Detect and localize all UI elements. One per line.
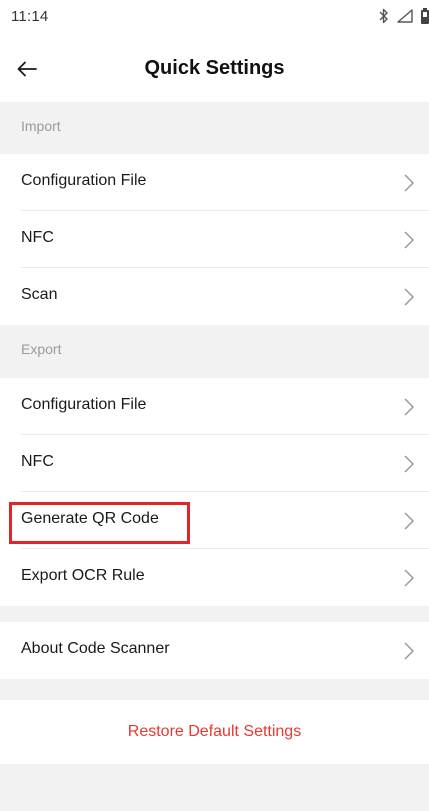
list-item-label: About Code Scanner bbox=[21, 640, 170, 657]
highlight-box bbox=[9, 502, 190, 544]
section-title: Import bbox=[21, 118, 61, 134]
section-header-import: Import bbox=[0, 102, 429, 154]
restore-default-settings-button[interactable]: Restore Default Settings bbox=[0, 700, 429, 764]
status-time: 11:14 bbox=[11, 8, 49, 25]
export-configuration-file-item[interactable]: Configuration File bbox=[0, 378, 429, 435]
bluetooth-icon bbox=[379, 8, 389, 29]
status-bar: 11:14 bbox=[0, 0, 429, 36]
import-nfc-item[interactable]: NFC bbox=[0, 211, 429, 268]
list-item-label: Export OCR Rule bbox=[21, 567, 145, 584]
chevron-right-icon bbox=[404, 398, 415, 416]
import-scan-item[interactable]: Scan bbox=[0, 268, 429, 325]
chevron-right-icon bbox=[404, 642, 415, 660]
chevron-right-icon bbox=[404, 174, 415, 192]
chevron-right-icon bbox=[404, 455, 415, 473]
import-configuration-file-item[interactable]: Configuration File bbox=[0, 154, 429, 211]
chevron-right-icon bbox=[404, 288, 415, 306]
list-item-label: NFC bbox=[21, 229, 54, 246]
status-icons bbox=[371, 7, 429, 29]
page-title: Quick Settings bbox=[144, 57, 285, 79]
battery-icon bbox=[421, 7, 429, 29]
section-header-export: Export bbox=[0, 325, 429, 377]
export-ocr-rule-item[interactable]: Export OCR Rule bbox=[0, 549, 429, 606]
restore-label: Restore Default Settings bbox=[127, 723, 302, 740]
about-code-scanner-item[interactable]: About Code Scanner bbox=[0, 622, 429, 679]
app-header: Quick Settings bbox=[0, 36, 429, 102]
section-title: Export bbox=[21, 341, 62, 357]
list-item-label: NFC bbox=[21, 453, 54, 470]
chevron-right-icon bbox=[404, 231, 415, 249]
list-item-label: Configuration File bbox=[21, 172, 147, 189]
list-item-label: Configuration File bbox=[21, 396, 147, 413]
chevron-right-icon bbox=[404, 512, 415, 530]
list-item-label: Scan bbox=[21, 286, 58, 303]
chevron-right-icon bbox=[404, 569, 415, 587]
export-nfc-item[interactable]: NFC bbox=[0, 435, 429, 492]
signal-icon bbox=[397, 8, 413, 28]
